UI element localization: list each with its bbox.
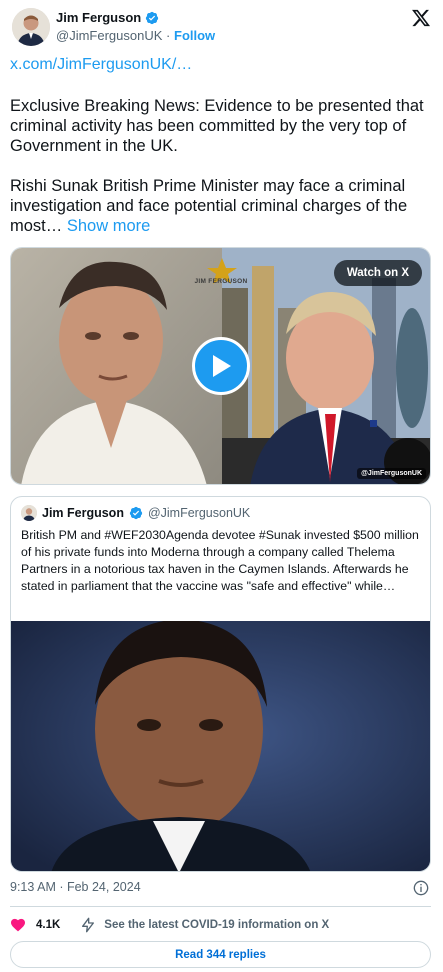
author-handle-row: @JimFergusonUK · Follow [56, 28, 215, 43]
watch-on-x-button[interactable]: Watch on X [333, 260, 422, 286]
play-icon [213, 355, 231, 377]
read-replies-button[interactable]: Read 344 replies [10, 941, 431, 968]
x-logo-icon[interactable] [411, 8, 431, 28]
tweet-actions: 4.1K See the latest COVID-19 information… [10, 915, 329, 935]
video-watermark: @JimFergusonUK [357, 468, 426, 479]
verified-badge-icon [129, 506, 143, 520]
heart-icon[interactable] [10, 917, 26, 933]
info-icon[interactable] [413, 880, 429, 896]
verified-badge-icon [146, 11, 159, 24]
tweet-paragraph-1: Exclusive Breaking News: Evidence to be … [10, 97, 424, 155]
quoted-author-name: Jim Ferguson [42, 506, 124, 520]
handle-separator: · [166, 28, 171, 43]
play-button[interactable] [192, 337, 250, 395]
tweet-link[interactable]: x.com/JimFergusonUK/… [10, 56, 192, 74]
covid-info-link[interactable]: See the latest COVID-19 information on X [104, 919, 329, 931]
author-name[interactable]: Jim Ferguson [56, 10, 141, 25]
quoted-tweet-header: Jim Ferguson @JimFergusonUK [21, 505, 250, 521]
author-avatar[interactable] [12, 8, 50, 46]
quoted-tweet[interactable]: Jim Ferguson @JimFergusonUK British PM a… [10, 496, 431, 872]
divider [10, 906, 431, 907]
video-logo-text: JIM FERGUSON [194, 278, 248, 285]
quoted-tweet-text: British PM and #WEF2030Agenda devotee #S… [21, 528, 419, 593]
like-count[interactable]: 4.1K [36, 919, 60, 931]
quoted-author-avatar [21, 505, 37, 521]
lightning-icon [82, 917, 95, 933]
show-more-link[interactable]: Show more [67, 217, 150, 235]
quoted-tweet-image[interactable] [11, 619, 430, 871]
author-handle[interactable]: @JimFergusonUK [56, 28, 162, 43]
video-player[interactable]: JIM FERGUSON Watch on X @JimFergusonUK [10, 247, 431, 485]
tweet-header: Jim Ferguson @JimFergusonUK · Follow [10, 6, 433, 50]
tweet-paragraph-2: Rishi Sunak British Prime Minister may f… [10, 176, 435, 236]
follow-button[interactable]: Follow [174, 28, 215, 43]
author-name-row: Jim Ferguson [56, 10, 159, 25]
jim-ferguson-logo [207, 258, 237, 284]
tweet-timestamp[interactable]: 9:13 AM · Feb 24, 2024 [10, 880, 141, 894]
quoted-author-handle: @JimFergusonUK [147, 506, 251, 520]
